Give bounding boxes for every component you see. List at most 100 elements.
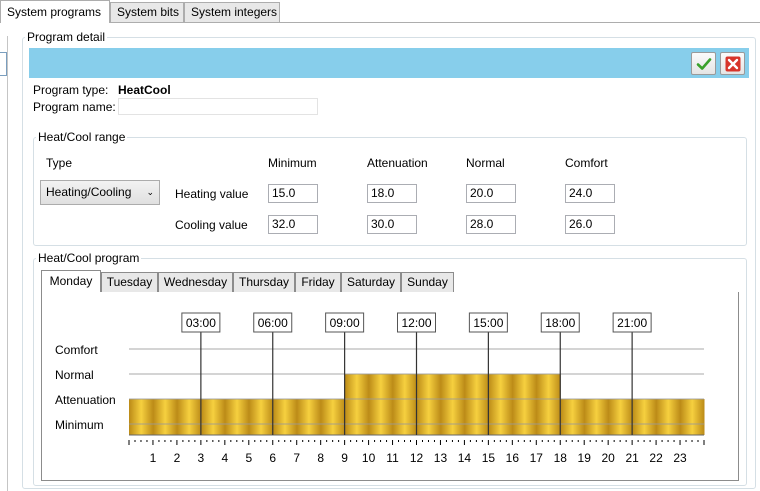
level-label: Attenuation [55,393,116,407]
schedule-segment [176,399,202,435]
schedule-segment [416,374,441,435]
cancel-button[interactable] [720,52,745,75]
time-marker-label: 09:00 [330,316,360,330]
schedule-segment [656,399,681,435]
cooling-value-label: Cooling value [175,218,248,232]
schedule-segment [296,399,322,435]
tab-system-programs[interactable]: System programs [0,0,110,23]
time-marker-label: 12:00 [401,316,431,330]
tab-thursday[interactable]: Thursday [233,272,295,292]
hour-label: 8 [317,451,324,465]
schedule-segment [272,399,298,435]
program-detail-title: Program detail [25,30,108,44]
program-list-item[interactable] [0,52,7,76]
schedule-segment [560,399,585,435]
schedule-segment [536,374,561,435]
hour-label: 16 [506,451,520,465]
program-type-label: Program type: [33,83,109,97]
program-name-input[interactable] [118,98,318,115]
level-label: Normal [55,368,94,382]
time-marker-label: 06:00 [258,316,288,330]
accept-button[interactable] [691,52,716,75]
time-marker-label: 21:00 [617,316,647,330]
schedule-segment [632,399,657,435]
schedule-segment [320,399,346,435]
schedule-segment [368,374,394,435]
tab-system-bits[interactable]: System bits [110,2,184,22]
schedule-segment [680,399,705,435]
tab-tuesday[interactable]: Tuesday [101,272,158,292]
level-label: Comfort [55,343,98,357]
hour-label: 4 [221,451,228,465]
cooling-minimum-input[interactable]: 32.0 [268,215,318,234]
column-normal: Normal [466,156,505,170]
schedule-segment [608,399,633,435]
hour-label: 20 [601,451,615,465]
hour-label: 15 [482,451,496,465]
hour-label: 1 [150,451,157,465]
hour-label: 10 [362,451,376,465]
hour-label: 9 [341,451,348,465]
type-select[interactable]: Heating/Cooling ⌄ [40,180,160,205]
cooling-normal-input[interactable]: 28.0 [466,215,516,234]
schedule-segment [488,374,513,435]
hour-label: 12 [410,451,424,465]
tab-wednesday[interactable]: Wednesday [158,272,233,292]
tab-system-integers[interactable]: System integers [184,2,280,22]
schedule-segment [129,399,154,435]
schedule-segment [584,399,609,435]
hour-label: 3 [198,451,205,465]
heating-minimum-input[interactable]: 15.0 [268,184,318,203]
time-marker-label: 15:00 [473,316,503,330]
level-label: Minimum [55,418,104,432]
close-icon [725,56,741,72]
hour-label: 14 [458,451,472,465]
cooling-attenuation-input[interactable]: 30.0 [367,215,417,234]
schedule-segment [392,374,417,435]
heating-value-label: Heating value [175,187,249,201]
hour-label: 23 [673,451,687,465]
time-marker-label: 18:00 [545,316,575,330]
program-name-label: Program name: [33,100,116,114]
hour-label: 19 [578,451,592,465]
heating-comfort-input[interactable]: 24.0 [565,184,615,203]
schedule-segment [248,399,274,435]
tab-monday[interactable]: Monday [41,270,101,292]
heat-cool-program-title: Heat/Cool program [36,251,142,265]
column-minimum: Minimum [268,156,317,170]
heating-attenuation-input[interactable]: 18.0 [367,184,417,203]
tab-saturday[interactable]: Saturday [341,272,401,292]
hour-label: 11 [386,451,399,465]
schedule-segment [512,374,537,435]
type-label: Type [46,156,73,170]
chevron-down-icon: ⌄ [146,187,154,197]
schedule-segment [152,399,178,435]
program-chart-frame: Comfort Normal Attenuation Minimum 03:00 06:… [41,292,739,481]
program-list-panel [0,36,8,491]
hour-label: 6 [269,451,276,465]
check-icon [696,58,712,70]
tab-strip-line [0,22,760,23]
column-comfort: Comfort [565,156,608,170]
hour-label: 5 [245,451,252,465]
hour-label: 13 [434,451,448,465]
type-select-value: Heating/Cooling [46,185,132,199]
hour-label: 18 [554,451,568,465]
program-type-value: HeatCool [118,83,171,97]
program-header-bar [29,48,749,78]
hour-label: 21 [625,451,639,465]
heating-normal-input[interactable]: 20.0 [466,184,516,203]
schedule-segment [344,374,370,435]
cooling-comfort-input[interactable]: 26.0 [565,215,615,234]
tab-friday[interactable]: Friday [295,272,341,292]
tab-sunday[interactable]: Sunday [401,272,454,292]
program-chart[interactable]: Comfort Normal Attenuation Minimum 03:00 06:… [42,292,738,480]
heat-cool-range-title: Heat/Cool range [36,130,128,144]
hour-label: 2 [174,451,181,465]
hour-label: 7 [293,451,300,465]
schedule-segment [200,399,226,435]
schedule-segment [224,399,250,435]
column-attenuation: Attenuation [367,156,428,170]
time-marker-label: 03:00 [186,316,216,330]
hour-label: 22 [649,451,663,465]
